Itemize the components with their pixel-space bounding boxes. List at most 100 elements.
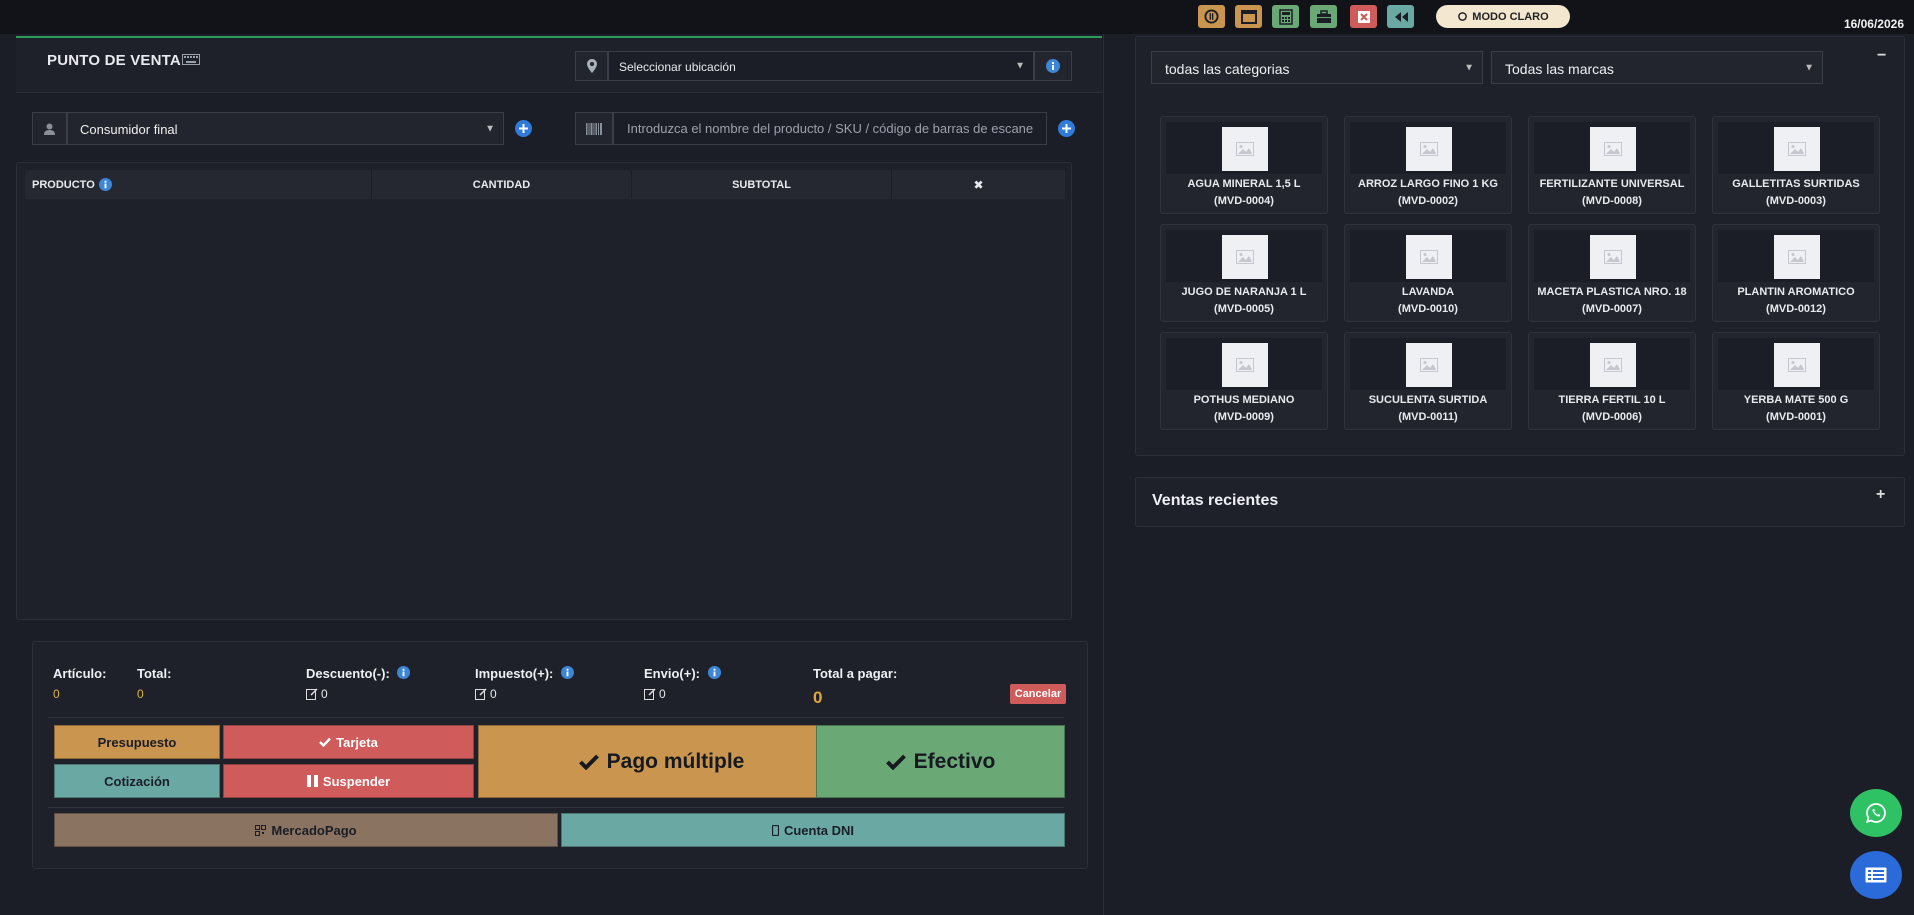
location-select[interactable]: Seleccionar ubicación ▼: [608, 51, 1034, 81]
light-mode-label: MODO CLARO: [1472, 10, 1549, 23]
discount-value: 0: [321, 687, 328, 701]
suspender-label: Suspender: [322, 773, 391, 789]
cotizacion-button[interactable]: Cotización: [54, 764, 220, 798]
calculator-icon[interactable]: [1272, 5, 1299, 28]
expand-icon[interactable]: +: [1876, 486, 1885, 504]
cart-table-header: PRODUCTO CANTIDAD SUBTOTAL ✖: [25, 170, 1065, 199]
location-info-button[interactable]: [1034, 51, 1072, 81]
light-mode-button[interactable]: MODO CLARO: [1436, 5, 1570, 28]
category-select[interactable]: todas las categorias ▼: [1151, 51, 1483, 84]
divider: [48, 807, 1064, 808]
cotizacion-label: Cotización: [104, 773, 170, 789]
product-card[interactable]: POTHUS MEDIANO (MVD-0009): [1160, 332, 1328, 430]
mobile-icon: [771, 824, 779, 836]
divider: [48, 717, 1064, 718]
page-title: PUNTO DE VENTA: [47, 52, 181, 69]
tax-edit[interactable]: 0: [475, 687, 497, 701]
total-payable-label: Total a pagar:: [813, 666, 898, 681]
suspender-button[interactable]: Suspender: [223, 764, 474, 798]
brand-select[interactable]: Todas las marcas ▼: [1491, 51, 1823, 84]
whatsapp-button[interactable]: [1850, 789, 1902, 837]
product-sku: (MVD-0011): [1398, 411, 1458, 423]
window-icon[interactable]: [1235, 5, 1262, 28]
briefcase-icon[interactable]: [1310, 5, 1337, 28]
shipping-edit[interactable]: 0: [644, 687, 666, 701]
collapse-icon[interactable]: −: [1877, 47, 1886, 65]
cash-label: Efectivo: [913, 749, 996, 773]
user-icon: [44, 123, 55, 135]
col-header-subtotal: SUBTOTAL: [632, 170, 892, 199]
product-card[interactable]: TIERRA FERTIL 10 L (MVD-0006): [1528, 332, 1696, 430]
product-search-input[interactable]: [613, 112, 1047, 145]
product-card[interactable]: YERBA MATE 500 G (MVD-0001): [1712, 332, 1880, 430]
cash-button[interactable]: Efectivo: [816, 725, 1065, 798]
presupuesto-button[interactable]: Presupuesto: [54, 725, 220, 759]
image-placeholder-icon: [1406, 127, 1452, 171]
tax-value: 0: [490, 687, 497, 701]
shipping-label-group: Envio(+):: [644, 666, 721, 681]
plus-circle-icon: [515, 120, 532, 137]
product-card[interactable]: FERTILIZANTE UNIVERSAL (MVD-0008): [1528, 116, 1696, 214]
keyboard-icon[interactable]: [182, 53, 200, 68]
image-placeholder-icon: [1222, 343, 1268, 387]
product-sku: (MVD-0012): [1766, 303, 1826, 315]
tarjeta-button[interactable]: Tarjeta: [223, 725, 474, 759]
product-card[interactable]: JUGO DE NARANJA 1 L (MVD-0005): [1160, 224, 1328, 322]
product-sku: (MVD-0001): [1766, 411, 1826, 423]
product-sku: (MVD-0008): [1582, 195, 1642, 207]
info-icon[interactable]: [707, 666, 721, 679]
list-icon: [1865, 867, 1887, 883]
product-name: SUCULENTA SURTIDA: [1368, 394, 1488, 406]
product-name: GALLETITAS SURTIDAS: [1732, 178, 1860, 190]
qrcode-icon: [255, 824, 267, 836]
product-name: LAVANDA: [1401, 286, 1455, 298]
product-name: JUGO DE NARANJA 1 L: [1181, 286, 1307, 298]
product-name: ARROZ LARGO FINO 1 KG: [1358, 178, 1498, 190]
product-card[interactable]: ARROZ LARGO FINO 1 KG (MVD-0002): [1344, 116, 1512, 214]
close-window-icon[interactable]: [1350, 5, 1377, 28]
product-card[interactable]: MACETA PLASTICA NRO. 18 (MVD-0007): [1528, 224, 1696, 322]
multiple-payment-button[interactable]: Pago múltiple: [478, 725, 845, 798]
info-icon[interactable]: [561, 666, 574, 679]
col-header-quantity: CANTIDAD: [372, 170, 632, 199]
edit-icon: [306, 688, 318, 700]
presupuesto-label: Presupuesto: [97, 734, 177, 750]
discount-edit[interactable]: 0: [306, 687, 328, 701]
product-card[interactable]: AGUA MINERAL 1,5 L (MVD-0004): [1160, 116, 1328, 214]
customer-select-value: Consumidor final: [80, 122, 178, 137]
product-name: MACETA PLASTICA NRO. 18: [1537, 286, 1687, 298]
brand-select-value: Todas las marcas: [1505, 61, 1614, 77]
mercadopago-button[interactable]: MercadoPago: [54, 813, 558, 847]
check-icon: [319, 737, 332, 747]
product-card[interactable]: PLANTIN AROMATICO (MVD-0012): [1712, 224, 1880, 322]
location-select-value: Seleccionar ubicación: [619, 60, 736, 74]
tarjeta-label: Tarjeta: [336, 734, 378, 750]
tax-label: Impuesto(+):: [475, 666, 554, 681]
map-marker-icon: [586, 59, 597, 73]
info-icon[interactable]: [397, 666, 411, 679]
edit-icon: [644, 688, 656, 700]
mercadopago-label: MercadoPago: [271, 822, 357, 838]
top-bar: MODO CLARO 16/06/2026: [0, 0, 1914, 34]
cuenta-dni-button[interactable]: Cuenta DNI: [561, 813, 1065, 847]
total-value: 0: [137, 687, 144, 701]
power-icon[interactable]: [1198, 5, 1225, 28]
chevron-down-icon: ▼: [485, 123, 495, 134]
discount-label-group: Descuento(-):: [306, 666, 411, 681]
chat-list-button[interactable]: [1850, 851, 1902, 899]
product-card[interactable]: LAVANDA (MVD-0010): [1344, 224, 1512, 322]
clear-cart-icon[interactable]: ✖: [892, 170, 1065, 199]
info-icon[interactable]: [98, 178, 112, 191]
add-product-button[interactable]: [1049, 112, 1084, 145]
add-customer-button[interactable]: [506, 112, 541, 145]
customer-select[interactable]: Consumidor final ▼: [67, 112, 504, 145]
shipping-value: 0: [659, 687, 666, 701]
product-name: YERBA MATE 500 G: [1743, 394, 1849, 406]
product-name: AGUA MINERAL 1,5 L: [1187, 178, 1301, 190]
product-card[interactable]: GALLETITAS SURTIDAS (MVD-0003): [1712, 116, 1880, 214]
barcode-icon: [586, 122, 602, 135]
product-card[interactable]: SUCULENTA SURTIDA (MVD-0011): [1344, 332, 1512, 430]
cancel-button[interactable]: Cancelar: [1010, 684, 1066, 704]
rewind-icon[interactable]: [1387, 5, 1414, 28]
barcode-addon: [575, 112, 613, 145]
